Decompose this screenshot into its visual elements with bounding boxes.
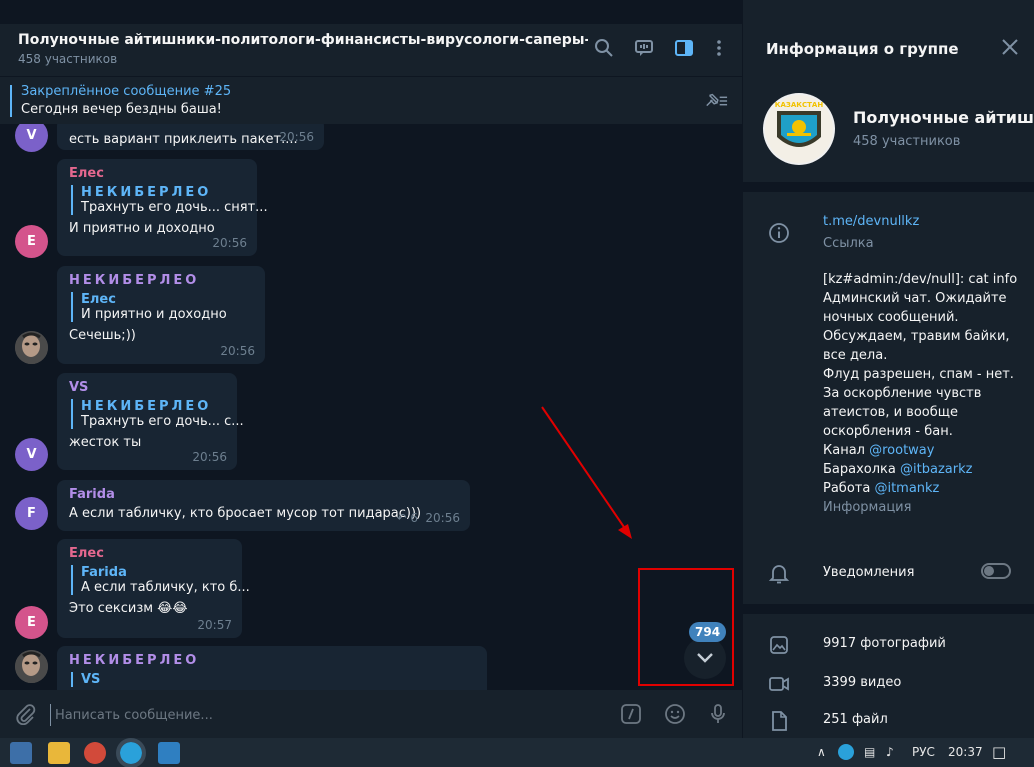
clock[interactable]: 20:37 xyxy=(948,745,983,759)
photos-app-icon[interactable] xyxy=(158,742,180,764)
info-icon xyxy=(767,221,791,245)
group-member-count[interactable]: 458 участников xyxy=(853,134,960,149)
emoji-icon[interactable] xyxy=(663,702,687,726)
toggle-knob xyxy=(984,566,994,576)
folder-icon[interactable] xyxy=(48,742,70,764)
media-files-row[interactable]: 251 файл xyxy=(743,702,1034,740)
message-input[interactable] xyxy=(50,704,590,726)
bell-icon xyxy=(767,561,791,585)
network-icon[interactable]: ▤ xyxy=(864,745,875,759)
invite-link[interactable]: t.me/devnullkz xyxy=(823,214,919,229)
link-label: Ссылка xyxy=(823,236,874,251)
description-line: [kz#admin:/dev/null]: cat info xyxy=(823,272,1018,287)
divider xyxy=(743,604,1034,614)
chat-area: Полуночные айтишники-политологи-финансис… xyxy=(0,0,742,738)
group-avatar[interactable]: КАЗАКСТАН xyxy=(763,93,835,165)
scroll-to-bottom-button[interactable] xyxy=(684,637,726,679)
language-indicator[interactable]: РУС xyxy=(912,745,935,759)
calculator-icon[interactable] xyxy=(10,742,32,764)
unread-count-badge[interactable]: 794 xyxy=(689,622,727,642)
file-icon xyxy=(767,709,791,733)
volume-icon[interactable]: ♪ xyxy=(886,745,894,759)
description-line: Админский чат. Ожидайте xyxy=(823,291,1007,306)
channel-link[interactable]: @rootway xyxy=(869,443,934,458)
description-line: ночных сообщений. xyxy=(823,310,959,325)
notifications-toggle[interactable] xyxy=(981,563,1011,579)
media-videos-row[interactable]: 3399 видео xyxy=(743,665,1034,703)
notifications-center-icon[interactable]: □ xyxy=(992,743,1006,761)
chevron-down-icon xyxy=(697,653,713,663)
close-icon[interactable] xyxy=(999,36,1021,58)
tray-telegram-icon[interactable] xyxy=(838,744,854,760)
media-files-count: 251 файл xyxy=(823,712,888,727)
description-line: все дела. xyxy=(823,348,888,363)
message-composer xyxy=(0,690,742,738)
photo-icon xyxy=(767,633,791,657)
group-description: [kz#admin:/dev/null]: cat info Админский… xyxy=(823,270,1023,498)
group-name: Полуночные айтишники-политологи-финансис… xyxy=(853,108,1033,127)
microphone-icon[interactable] xyxy=(706,702,730,726)
bot-commands-icon[interactable] xyxy=(619,702,643,726)
description-line: атеистов, и вообще xyxy=(823,405,958,420)
job-link[interactable]: @itmankz xyxy=(874,481,939,496)
notifications-label: Уведомления xyxy=(823,565,915,580)
avatar-emblem-text: КАЗАКСТАН xyxy=(774,101,824,109)
panel-title: Информация о группе xyxy=(766,40,959,58)
tray-chevron-up-icon[interactable]: ∧ xyxy=(817,745,826,759)
media-photos-count: 9917 фотографий xyxy=(823,636,946,651)
media-videos-count: 3399 видео xyxy=(823,675,902,690)
description-line: Флуд разрешен, спам - нет. xyxy=(823,367,1014,382)
video-icon xyxy=(767,672,791,696)
telegram-icon[interactable] xyxy=(116,738,146,767)
divider xyxy=(743,182,1034,192)
os-taskbar: ∧ ▤ ♪ РУС 20:37 □ xyxy=(0,738,1034,767)
attach-icon[interactable] xyxy=(14,702,38,726)
chrome-icon[interactable] xyxy=(84,742,106,764)
description-label: Информация xyxy=(823,500,912,515)
media-photos-row[interactable]: 9917 фотографий xyxy=(743,626,1034,664)
annotation-arrow xyxy=(541,406,632,539)
flea-market-link[interactable]: @itbazarkz xyxy=(900,462,972,477)
group-info-panel: Информация о группе КАЗАКСТАН Полуночные… xyxy=(742,0,1034,738)
description-line: За оскорбление чувств xyxy=(823,386,982,401)
description-line: оскорбления - бан. xyxy=(823,424,953,439)
description-line: Обсуждаем, травим байки, xyxy=(823,329,1010,344)
